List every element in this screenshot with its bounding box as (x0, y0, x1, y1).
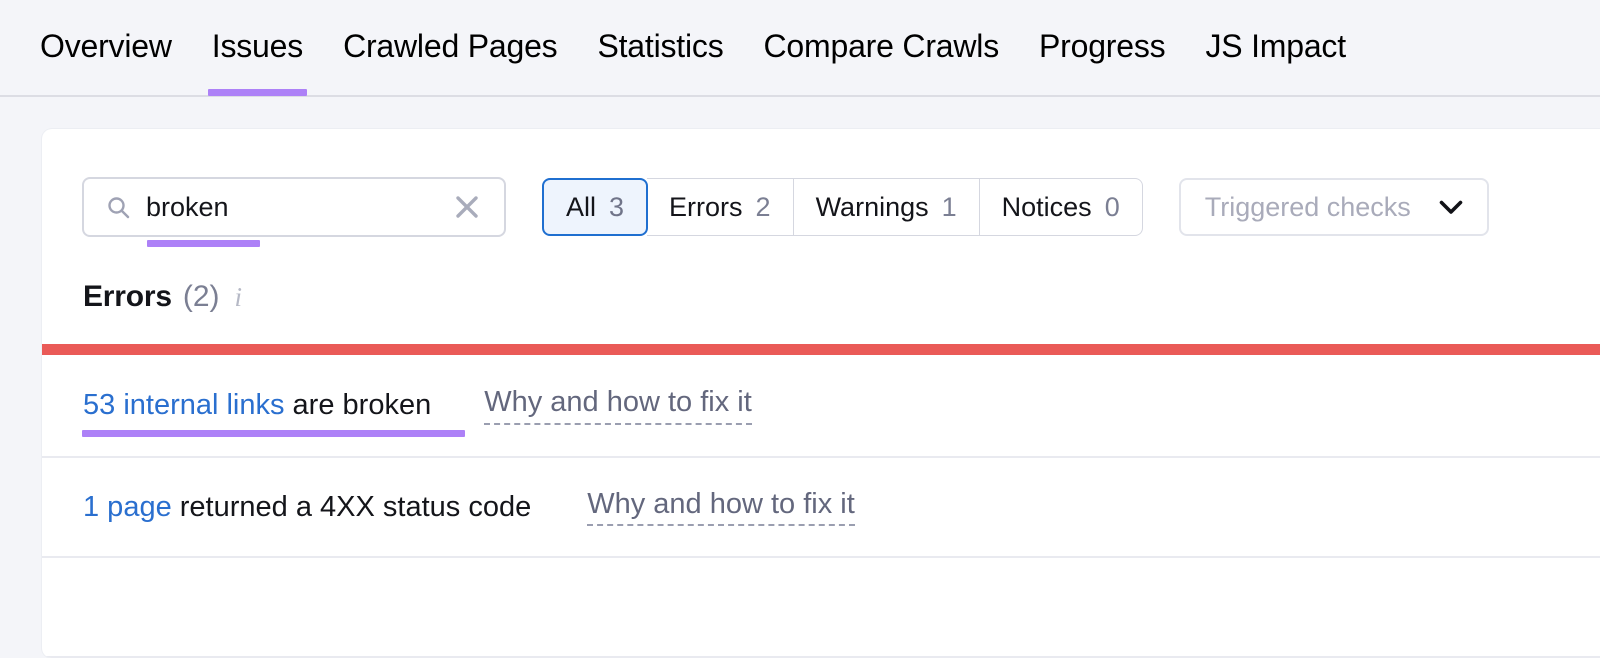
table-row[interactable]: 53 internal links are broken Why and how… (42, 355, 1600, 458)
severity-filter-group: All 3 Errors 2 Warnings 1 Notices 0 (542, 178, 1143, 236)
close-icon[interactable] (454, 194, 480, 220)
page-title: Errors (83, 280, 172, 313)
filter-all-label: All (566, 191, 597, 222)
filter-errors-label: Errors (669, 191, 743, 222)
table-row[interactable]: 1 page returned a 4XX status code Why an… (42, 458, 1600, 558)
error-severity-bar (42, 344, 1600, 355)
tab-statistics[interactable]: Statistics (597, 30, 723, 90)
chevron-down-icon (1439, 200, 1463, 214)
filter-warnings-label: Warnings (815, 191, 929, 222)
tab-overview[interactable]: Overview (40, 30, 172, 90)
issue-link-4xx-pages[interactable]: 1 page (83, 491, 172, 523)
filter-warnings[interactable]: Warnings 1 (793, 178, 980, 236)
filter-notices-label: Notices (1001, 191, 1092, 222)
filter-notices-count: 0 (1104, 191, 1120, 222)
table-row[interactable] (42, 558, 1600, 658)
filter-errors-count: 2 (755, 191, 771, 222)
tab-compare-crawls[interactable]: Compare Crawls (764, 30, 1000, 90)
filter-all-count: 3 (609, 191, 625, 222)
info-icon[interactable]: i (235, 283, 243, 311)
search-box[interactable] (82, 177, 506, 247)
tab-issues[interactable]: Issues (207, 30, 308, 96)
search-icon (108, 197, 130, 219)
issue-description: 1 page returned a 4XX status code (83, 491, 531, 524)
tab-progress[interactable]: Progress (1039, 30, 1166, 90)
tab-js-impact[interactable]: JS Impact (1205, 30, 1346, 90)
issue-description: 53 internal links are broken (83, 389, 431, 422)
errors-count: (2) (182, 280, 220, 313)
filter-toolbar: All 3 Errors 2 Warnings 1 Notices 0 Trig… (42, 129, 1600, 247)
why-and-how-to-fix-it-link[interactable]: Why and how to fix it (587, 488, 855, 527)
tab-crawled-pages[interactable]: Crawled Pages (343, 30, 558, 90)
filter-warnings-count: 1 (941, 191, 957, 222)
issues-card: All 3 Errors 2 Warnings 1 Notices 0 Trig… (42, 129, 1600, 658)
triggered-checks-label: Triggered checks (1204, 191, 1411, 222)
issue-description-rest: are broken (284, 389, 432, 421)
filter-notices[interactable]: Notices 0 (979, 178, 1143, 236)
triggered-checks-dropdown[interactable]: Triggered checks (1178, 178, 1489, 236)
errors-section-header: Errors (2) i (42, 237, 1600, 317)
issue-link-broken-internal-links[interactable]: 53 internal links (83, 389, 285, 421)
search-highlight-annotation (147, 240, 260, 247)
main-navigation: Overview Issues Crawled Pages Statistics… (0, 0, 1600, 97)
filter-errors[interactable]: Errors 2 (647, 178, 794, 236)
issue-highlight-annotation (82, 430, 465, 437)
issue-description-rest: returned a 4XX status code (171, 490, 532, 523)
why-and-how-to-fix-it-link[interactable]: Why and how to fix it (484, 386, 752, 425)
search-input[interactable] (146, 191, 454, 223)
filter-all[interactable]: All 3 (542, 178, 649, 236)
